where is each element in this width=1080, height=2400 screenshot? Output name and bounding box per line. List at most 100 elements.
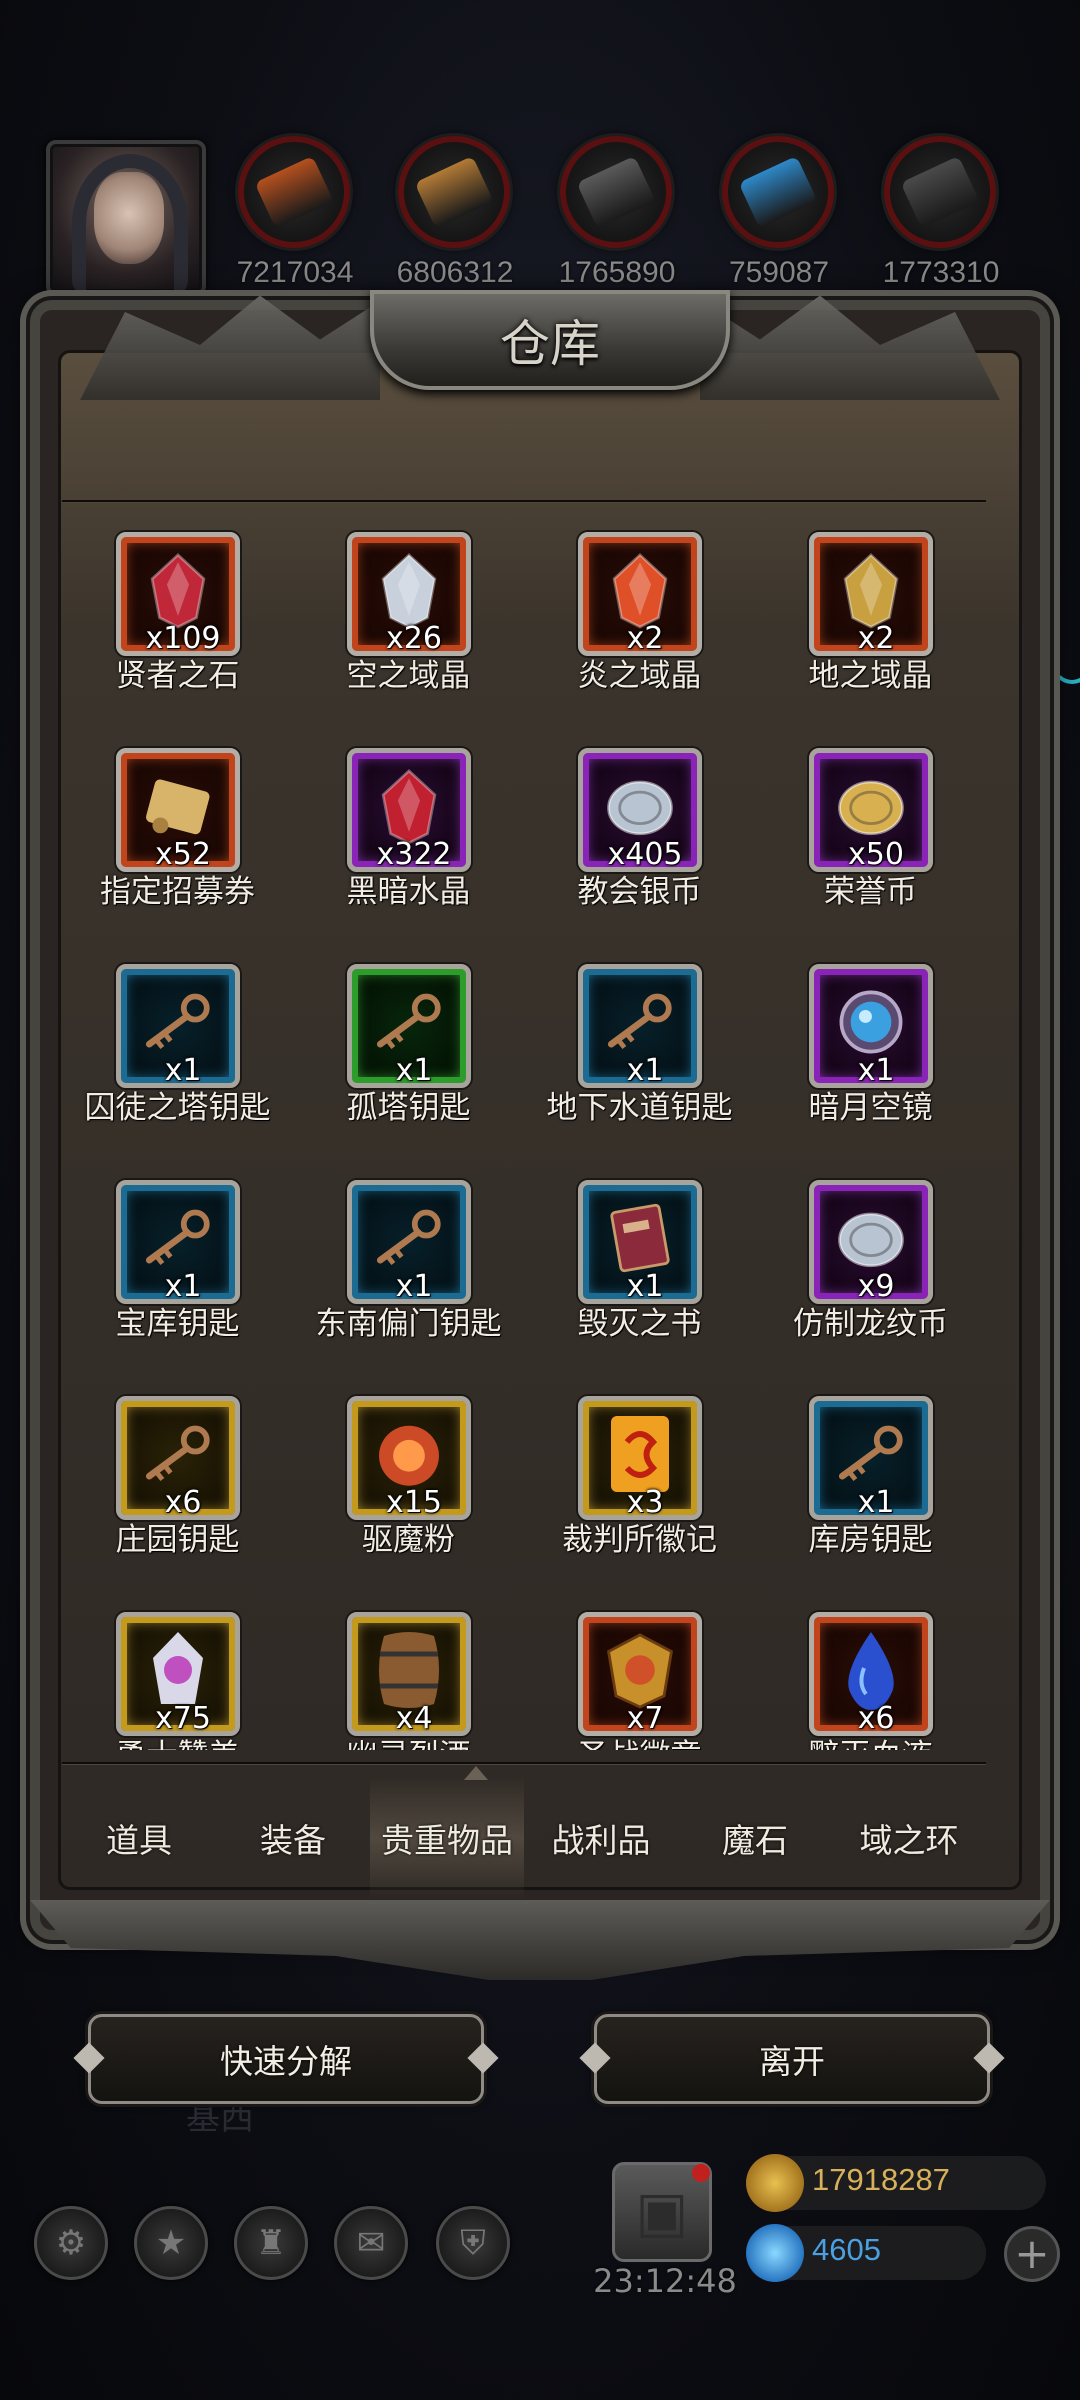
item-name: 毁灭之书 [577,1306,702,1342]
inventory-item[interactable]: x1 库房钥匙 [755,1374,986,1590]
tab-2[interactable]: 贵重物品 [370,1776,524,1900]
player-avatar[interactable] [46,140,206,296]
gift-icon: ▣ [635,2179,689,2245]
resource-item[interactable]: 759087 [714,136,840,289]
inventory-item[interactable]: x6 庄园钥匙 [62,1374,293,1590]
item-slot[interactable]: x6 [809,1612,933,1736]
inventory-item[interactable]: x405 教会银币 [524,726,755,942]
item-slot[interactable]: x2 [578,532,702,656]
item-slot[interactable]: x1 [578,1180,702,1304]
inventory-item[interactable]: x6黯灭血液 [755,1590,986,1750]
inventory-item[interactable]: x1 地下水道钥匙 [524,942,755,1158]
item-name: 驱魔粉 [362,1522,455,1558]
crystal-icon [722,136,834,248]
iron-ingot-icon [560,136,672,248]
item-slot[interactable]: x6 [116,1396,240,1520]
item-slot[interactable]: x75 [116,1612,240,1736]
item-slot[interactable]: x1 [347,964,471,1088]
gem-icon [746,2224,804,2282]
inventory-item[interactable]: x7圣战徽章 [524,1590,755,1750]
panel-bottom-ornament [30,1900,1050,1980]
tab-4[interactable]: 魔石 [678,1776,832,1900]
item-slot[interactable]: x50 [809,748,933,872]
inventory-item[interactable]: x50 荣誉币 [755,726,986,942]
resource-item[interactable]: 1765890 [552,136,678,289]
inventory-item[interactable]: x1 宝库钥匙 [62,1158,293,1374]
inventory-item[interactable]: x2 炎之域晶 [524,510,755,726]
item-name: 裁判所徽记 [562,1522,717,1558]
resource-item[interactable]: 1773310 [876,136,1002,289]
gold-icon [746,2154,804,2212]
inventory-item[interactable]: x9 仿制龙纹币 [755,1158,986,1374]
item-name: 贤者之石 [115,658,240,694]
gem-value: 4605 [812,2232,881,2267]
item-slot[interactable]: x52 [116,748,240,872]
item-slot[interactable]: x1 [809,964,933,1088]
inventory-item[interactable]: x1 暗月空镜 [755,942,986,1158]
resource-value: 1765890 [558,256,676,289]
item-slot[interactable]: x4 [347,1612,471,1736]
tab-5[interactable]: 域之环 [832,1776,986,1900]
gold-coin-icon [834,769,908,843]
resource-item[interactable]: 6806312 [390,136,516,289]
inventory-item[interactable]: x1 孤塔钥匙 [293,942,524,1158]
item-slot[interactable]: x1 [809,1396,933,1520]
castle-icon[interactable]: ♜ [234,2206,308,2280]
resource-item[interactable]: 7217034 [230,136,356,289]
tab-1[interactable]: 装备 [216,1776,370,1900]
item-name: 东南偏门钥匙 [315,1306,502,1342]
item-slot[interactable]: x1 [347,1180,471,1304]
item-name: 地之域晶 [808,658,933,694]
panel-title: 仓库 [500,315,600,373]
item-slot[interactable]: x9 [809,1180,933,1304]
inventory-item[interactable]: x4幽灵烈酒 [293,1590,524,1750]
wood-planks-icon [398,136,510,248]
inventory-item[interactable]: x52 指定招募券 [62,726,293,942]
silver-coin-icon [834,1201,908,1275]
key-icon [141,1201,215,1275]
grid-bottom-divider [62,1762,986,1764]
inventory-item[interactable]: x75勇士赞美 [62,1590,293,1750]
leave-button[interactable]: 离开 [594,2014,990,2104]
mail-icon[interactable]: ✉ [334,2206,408,2280]
shield-icon[interactable]: ⛨ [436,2206,510,2280]
relic-icon [141,1632,215,1707]
item-slot[interactable]: x2 [809,532,933,656]
inventory-item[interactable]: x322 黑暗水晶 [293,726,524,942]
tab-0[interactable]: 道具 [62,1776,216,1900]
item-slot[interactable]: x3 [578,1396,702,1520]
quick-decompose-button[interactable]: 快速分解 [88,2014,484,2104]
inventory-item[interactable]: x3 裁判所徽记 [524,1374,755,1590]
inventory-item[interactable]: x109 贤者之石 [62,510,293,726]
settings-icon[interactable]: ⚙ [34,2206,108,2280]
item-name: 宝库钥匙 [115,1306,240,1342]
item-slot[interactable]: x15 [347,1396,471,1520]
item-slot[interactable]: x1 [116,964,240,1088]
item-slot[interactable]: x1 [116,1180,240,1304]
resource-glyph [254,155,334,229]
resource-value: 7217034 [236,256,354,289]
gift-notification-dot [692,2164,710,2182]
item-slot[interactable]: x405 [578,748,702,872]
star-icon[interactable]: ★ [134,2206,208,2280]
tab-3[interactable]: 战利品 [524,1776,678,1900]
badge-icon [603,1633,677,1709]
item-slot[interactable]: x1 [578,964,702,1088]
item-name: 炎之域晶 [577,658,702,694]
inventory-item[interactable]: x15 驱魔粉 [293,1374,524,1590]
resource-glyph [576,155,656,229]
item-slot[interactable]: x7 [578,1612,702,1736]
add-currency-button[interactable]: + [1004,2226,1060,2282]
item-slot[interactable]: x109 [116,532,240,656]
gold-value: 17918287 [812,2162,950,2197]
gift-timer: 23:12:48 [593,2262,737,2300]
inventory-item[interactable]: x1 东南偏门钥匙 [293,1158,524,1374]
inventory-item[interactable]: x26 空之域晶 [293,510,524,726]
item-slot[interactable]: x322 [347,748,471,872]
inventory-item[interactable]: x2 地之域晶 [755,510,986,726]
inventory-item[interactable]: x1 囚徒之塔钥匙 [62,942,293,1158]
item-slot[interactable]: x26 [347,532,471,656]
emblem-card-icon [603,1416,677,1492]
ore-icon [238,136,350,248]
inventory-item[interactable]: x1 毁灭之书 [524,1158,755,1374]
